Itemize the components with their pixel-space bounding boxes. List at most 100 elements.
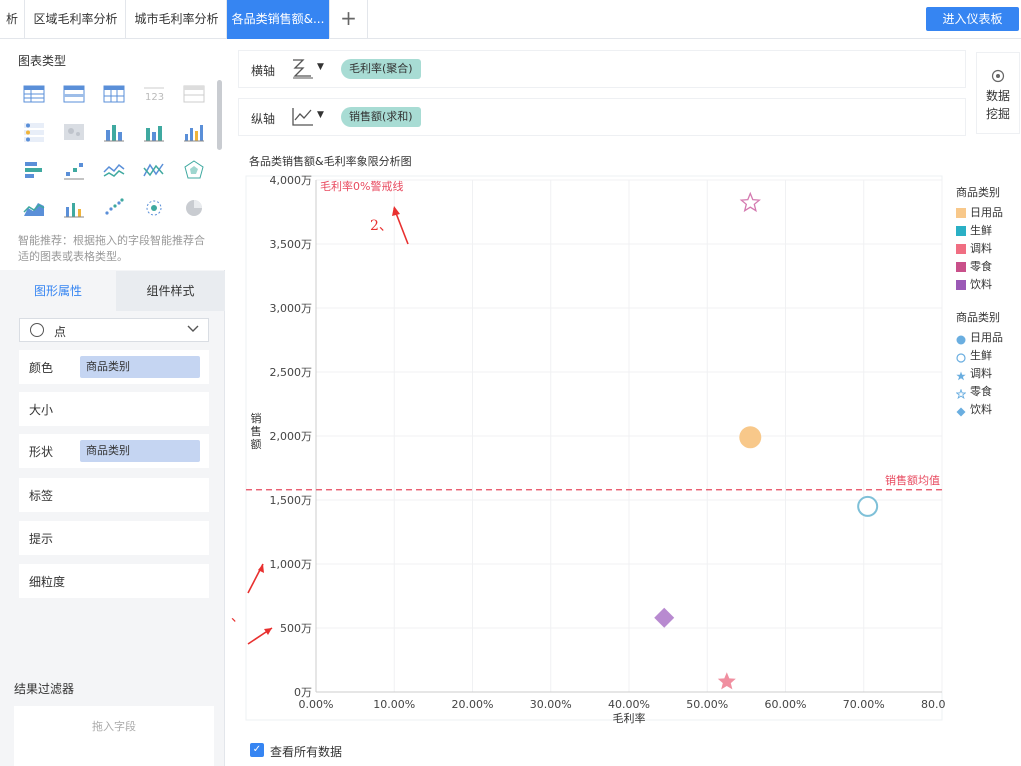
data-mining-text-2: 挖掘 <box>985 107 1010 121</box>
property-tabs: 图形属性 组件样式 <box>0 271 225 311</box>
prop-size-label: 大小 <box>29 403 54 417</box>
bubble-chart-icon[interactable] <box>142 196 166 220</box>
y-axis-label: 纵轴 <box>251 112 276 126</box>
radar-chart-icon[interactable] <box>182 158 206 182</box>
result-filter-title: 结果过滤器 <box>14 682 75 696</box>
grouped-table-icon[interactable] <box>62 82 86 106</box>
prop-granularity-label: 细粒度 <box>29 575 66 589</box>
color-legend-label: 生鲜 <box>970 224 992 237</box>
shape-legend-item[interactable]: 调料 <box>956 365 1003 383</box>
x-axis-field[interactable]: 毛利率(聚合) <box>341 59 421 79</box>
color-legend-item[interactable]: 日用品 <box>956 204 1003 222</box>
prop-label[interactable]: 标签 <box>19 478 209 512</box>
y-axis-title-char: 额 <box>251 438 262 451</box>
scatter-chart-icon[interactable] <box>102 196 126 220</box>
prop-shape-label: 形状 <box>29 445 54 459</box>
y-tick-label: 2,500万 <box>270 366 313 379</box>
tab-graphic-properties[interactable]: 图形属性 <box>0 271 116 311</box>
prop-color-field[interactable]: 商品类别 <box>80 356 200 378</box>
y-tick-label: 3,500万 <box>270 238 313 251</box>
tab-region-margin[interactable]: 区域毛利率分析 <box>26 0 126 39</box>
cross-table-icon[interactable] <box>102 82 126 106</box>
prop-color[interactable]: 颜色 商品类别 <box>19 350 209 384</box>
color-legend-item[interactable]: 饮料 <box>956 276 1003 294</box>
annotation-arrowhead-1b <box>264 628 272 635</box>
area-chart-icon[interactable] <box>22 196 46 220</box>
prop-color-label: 颜色 <box>29 361 54 375</box>
color-legend-item[interactable]: 调料 <box>956 240 1003 258</box>
map-icon[interactable] <box>62 120 86 144</box>
scatter-mini-icon[interactable] <box>62 158 86 182</box>
line-chart-icon[interactable] <box>102 158 126 182</box>
chevron-down-icon <box>186 321 200 338</box>
color-swatch <box>956 244 966 254</box>
y-axis-field[interactable]: 销售额(求和) <box>341 107 421 127</box>
area-line-icon[interactable] <box>142 158 166 182</box>
shape-legend-item[interactable]: 日用品 <box>956 329 1003 347</box>
x-axis-shelf[interactable]: 横轴 ▼ 毛利率(聚合) <box>238 50 966 88</box>
shape-legend-item[interactable]: 零食 <box>955 383 1003 401</box>
x-axis-type-icon[interactable] <box>291 58 315 80</box>
filter-placeholder: 拖入字段 <box>92 720 136 733</box>
shape-legend-item[interactable]: 生鲜 <box>956 347 1003 365</box>
star-open-icon <box>955 387 967 400</box>
color-legend-item[interactable]: 零食 <box>956 258 1003 276</box>
shape-legend-label: 日用品 <box>970 331 1003 344</box>
chart-type-scrollbar[interactable] <box>217 80 222 150</box>
y-axis-dropdown-icon[interactable]: ▼ <box>317 110 324 120</box>
y-tick-label: 4,000万 <box>270 174 313 187</box>
prop-tooltip-label: 提示 <box>29 532 54 546</box>
prop-granularity[interactable]: 细粒度 <box>19 564 209 598</box>
point-diamond-filled <box>654 607 675 628</box>
stacked-bar-icon[interactable] <box>102 120 126 144</box>
y-axis-title-char: 售 <box>251 424 262 438</box>
prop-tooltip[interactable]: 提示 <box>19 521 209 555</box>
y-tick-label: 1,000万 <box>270 558 313 571</box>
horizontal-bar-icon[interactable] <box>22 158 46 182</box>
color-swatch <box>956 226 966 236</box>
color-legend-label: 调料 <box>970 242 992 255</box>
table-icon[interactable] <box>22 82 46 106</box>
y-axis-type-icon[interactable] <box>291 106 315 128</box>
x-axis-dropdown-icon[interactable]: ▼ <box>317 62 324 72</box>
smart-recommend-tip: 智能推荐：根据拖入的字段智能推荐合适的图表或表格类型。 <box>18 234 205 263</box>
column-chart-icon[interactable] <box>182 120 206 144</box>
add-tab-button[interactable]: + <box>330 0 368 39</box>
y-axis-shelf[interactable]: 纵轴 ▼ 销售额(求和) <box>238 98 966 136</box>
bar-chart-icon[interactable] <box>142 120 166 144</box>
point-circle-filled <box>739 426 762 449</box>
shape-legend-label: 零食 <box>970 385 992 398</box>
color-legend-item[interactable]: 生鲜 <box>956 222 1003 240</box>
detail-table-icon[interactable] <box>182 82 206 106</box>
prop-shape[interactable]: 形状 商品类别 <box>19 434 209 468</box>
star-filled-icon <box>956 369 966 381</box>
mark-type-value: 点 <box>54 325 67 339</box>
y-tick-label: 3,000万 <box>270 302 313 315</box>
left-panel: 图表类型 123 智能推荐：根据拖入的字段智能推荐合适的图表或表格类型。 图形属… <box>0 40 225 766</box>
tab-component-style[interactable]: 组件样式 <box>116 271 225 311</box>
pie-chart-icon[interactable] <box>182 196 206 220</box>
tab-category-sales[interactable]: 各品类销售额&... <box>227 0 330 39</box>
point-star-open <box>739 191 761 213</box>
chart-type-title: 图表类型 <box>18 54 67 68</box>
tab-analysis-partial[interactable]: 析 <box>0 0 25 39</box>
prop-shape-field[interactable]: 商品类别 <box>80 440 200 462</box>
checkbox-checked-icon[interactable]: ✓ <box>250 743 264 757</box>
point-star-filled <box>717 672 736 690</box>
color-legend-title: 商品类别 <box>956 186 1000 199</box>
x-axis-label: 横轴 <box>251 64 276 78</box>
color-swatch <box>956 280 966 290</box>
data-points <box>654 191 879 690</box>
mark-type-select[interactable]: 点 <box>19 318 209 342</box>
result-filter-dropzone[interactable]: 拖入字段 <box>14 706 214 766</box>
enter-dashboard-button[interactable]: 进入仪表板 <box>926 7 1019 31</box>
kpi-icon[interactable] <box>22 120 46 144</box>
number-card-icon[interactable]: 123 <box>142 82 166 106</box>
tab-city-margin[interactable]: 城市毛利率分析 <box>127 0 227 39</box>
combo-chart-icon[interactable] <box>62 196 86 220</box>
prop-size[interactable]: 大小 <box>19 392 209 426</box>
shape-legend-label: 饮料 <box>970 403 992 416</box>
y-tick-label: 500万 <box>280 622 312 635</box>
shape-legend-item[interactable]: 饮料 <box>956 401 1003 419</box>
data-mining-button[interactable]: 数据 挖掘 <box>976 52 1020 134</box>
